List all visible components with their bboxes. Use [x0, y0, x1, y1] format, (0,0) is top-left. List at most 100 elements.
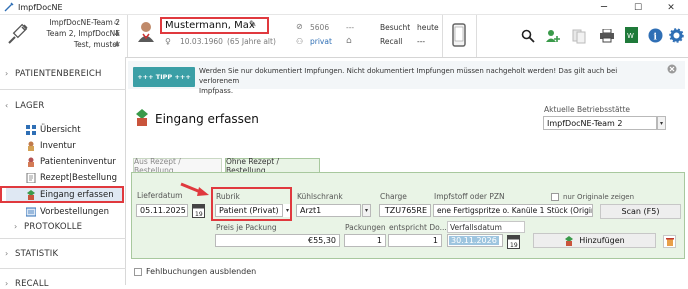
sidebar-item-vorbestellungen[interactable]: Vorbestellungen	[26, 205, 122, 218]
sidebar-item-label: Inventur	[40, 140, 76, 151]
tip-button[interactable]: +++ TIPP +++	[133, 67, 195, 87]
lieferdatum-label: Lieferdatum	[137, 191, 183, 200]
patient-id: 5606	[310, 23, 330, 32]
verfall-value: 30.11.2026	[449, 236, 499, 245]
preis-field[interactable]: €55,30	[215, 234, 340, 247]
export-document-icon[interactable]: W	[625, 27, 638, 43]
svg-text:19: 19	[195, 211, 203, 218]
info-icon[interactable]: i	[648, 28, 663, 43]
page-title-icon	[136, 109, 148, 126]
impfstoff-label: Impfstoff oder PZN	[434, 192, 505, 201]
entspricht-label: entspricht Do...	[389, 223, 447, 232]
user-line-1: ImpfDocNE-Team 2	[49, 18, 120, 27]
tip-line-1: Werden Sie nur dokumentiert Impfungen. N…	[199, 67, 618, 85]
patient-dob: 10.03.1960	[180, 37, 223, 46]
preis-label: Preis je Packung	[216, 223, 277, 232]
building-icon: ⌂	[114, 18, 119, 26]
sidebar-item-rezept-bestellung[interactable]: Rezept|Bestellung	[26, 171, 122, 184]
tag-icon: ⊘	[296, 22, 303, 31]
calendar-icon[interactable]: 19	[192, 203, 205, 218]
kuehlschrank-label: Kühlschrank	[297, 192, 343, 201]
overview-icon	[26, 124, 36, 135]
sidebar-item-label: Patienteninventur	[40, 156, 116, 167]
kuehlschrank-select[interactable]: Arzt1	[296, 204, 361, 217]
tab-aus-rezept[interactable]: Aus Rezept / Bestellung	[133, 157, 222, 175]
fehlbuchungen-checkbox[interactable]	[134, 268, 142, 276]
add-patient-icon[interactable]	[545, 28, 561, 44]
entspricht-field[interactable]: 1	[388, 234, 442, 247]
tip-line-2: Impfpass.	[199, 87, 234, 95]
svg-text:i: i	[654, 33, 658, 43]
recall-label: Recall	[380, 37, 403, 46]
sidebar-item-uebersicht[interactable]: Übersicht	[26, 123, 122, 136]
visited-label: Besucht	[380, 23, 411, 32]
impfstoff-field[interactable]: ene Fertigspritze o. Kanüle 1 Stück (Ori…	[433, 204, 593, 217]
chevron-right-icon: ›	[5, 279, 9, 288]
betriebsstaette-label: Aktuelle Betriebsstätte	[544, 105, 631, 114]
section-patientenbereich[interactable]: › PATIENTENBEREICH	[0, 69, 126, 79]
section-lager[interactable]: ‹ LAGER	[0, 101, 126, 111]
header-divider	[127, 15, 128, 57]
section-recall[interactable]: › RECALL	[0, 279, 126, 289]
documents-icon[interactable]	[571, 28, 587, 44]
settings-gear-icon[interactable]	[669, 28, 684, 43]
syringe-logo-icon	[8, 23, 28, 44]
phone-icon[interactable]	[452, 23, 466, 47]
charge-field[interactable]: TZU765RE	[379, 204, 431, 217]
packungen-field[interactable]: 1	[344, 234, 386, 247]
minimize-button[interactable]: ─	[587, 0, 621, 15]
sidebar-item-label: Übersicht	[40, 124, 81, 135]
chevron-down-icon[interactable]: ▾	[362, 204, 371, 217]
close-button[interactable]: ✕	[654, 0, 688, 15]
clear-form-button[interactable]	[663, 235, 676, 248]
highlight-rubrik	[211, 187, 292, 221]
user-icon: ♟	[114, 40, 121, 48]
highlight-patient-name	[160, 17, 269, 34]
chevron-down-icon: ‹	[5, 101, 9, 110]
hinzufuegen-button[interactable]: Hinzufügen	[533, 233, 656, 248]
visited-value: heute	[417, 23, 439, 32]
patient-inventory-icon	[26, 157, 36, 167]
patient-age: (65 Jahre alt)	[227, 37, 276, 46]
svg-text:W: W	[627, 32, 634, 40]
verfall-label: Verfallsdatum	[450, 223, 502, 232]
scan-button[interactable]: Scan (F5)	[600, 204, 681, 219]
header-divider-3	[476, 15, 477, 57]
search-icon[interactable]	[521, 29, 535, 43]
home-icon: ⌂	[346, 36, 352, 46]
packungen-label: Packungen	[345, 223, 386, 232]
close-tip-icon[interactable]	[667, 64, 677, 74]
calendar-icon[interactable]: 19	[507, 234, 520, 249]
insurance-icon: ⚇	[296, 37, 304, 46]
preorder-icon	[26, 207, 36, 217]
maximize-button[interactable]: ☐	[621, 0, 655, 15]
window-title: ImpfDocNE	[18, 2, 63, 12]
verfall-field[interactable]: 30.11.2026	[447, 234, 503, 247]
printer-icon[interactable]	[599, 29, 615, 43]
page-title: Eingang erfassen	[155, 112, 259, 126]
hinzufuegen-label: Hinzufügen	[579, 236, 625, 245]
gender-icon: ♀	[165, 37, 171, 46]
sidebar-divider	[0, 238, 126, 239]
fehlbuchungen-label: Fehlbuchungen ausblenden	[146, 267, 257, 276]
prescription-icon	[26, 172, 36, 183]
sidebar-item-inventur[interactable]: Inventur	[26, 139, 122, 152]
chevron-right-icon: ›	[14, 222, 18, 231]
tab-ohne-rezept[interactable]: Ohne Rezept / Bestellung	[225, 157, 320, 175]
inventory-icon	[26, 141, 36, 151]
sidebar-item-patienteninventur[interactable]: Patienteninventur	[26, 155, 122, 168]
sidebar-divider	[0, 89, 126, 90]
lieferdatum-field[interactable]: 05.11.2025	[136, 204, 188, 217]
chevron-down-icon[interactable]: ▾	[657, 116, 666, 130]
add-stock-icon	[565, 235, 574, 246]
trash-icon	[665, 238, 674, 246]
svg-text:19: 19	[510, 242, 518, 249]
section-protokolle[interactable]: › PROTOKOLLE	[0, 222, 126, 232]
charge-label: Charge	[380, 192, 407, 201]
section-statistik[interactable]: › STATISTIK	[0, 249, 126, 259]
nur-originale-checkbox[interactable]	[551, 193, 559, 201]
sidebar-item-label: Vorbestellungen	[40, 206, 109, 217]
header-divider-2	[442, 15, 443, 57]
recall-value: ---	[417, 37, 426, 46]
betriebsstaette-select[interactable]: ImpfDocNE-Team 2	[543, 116, 657, 130]
